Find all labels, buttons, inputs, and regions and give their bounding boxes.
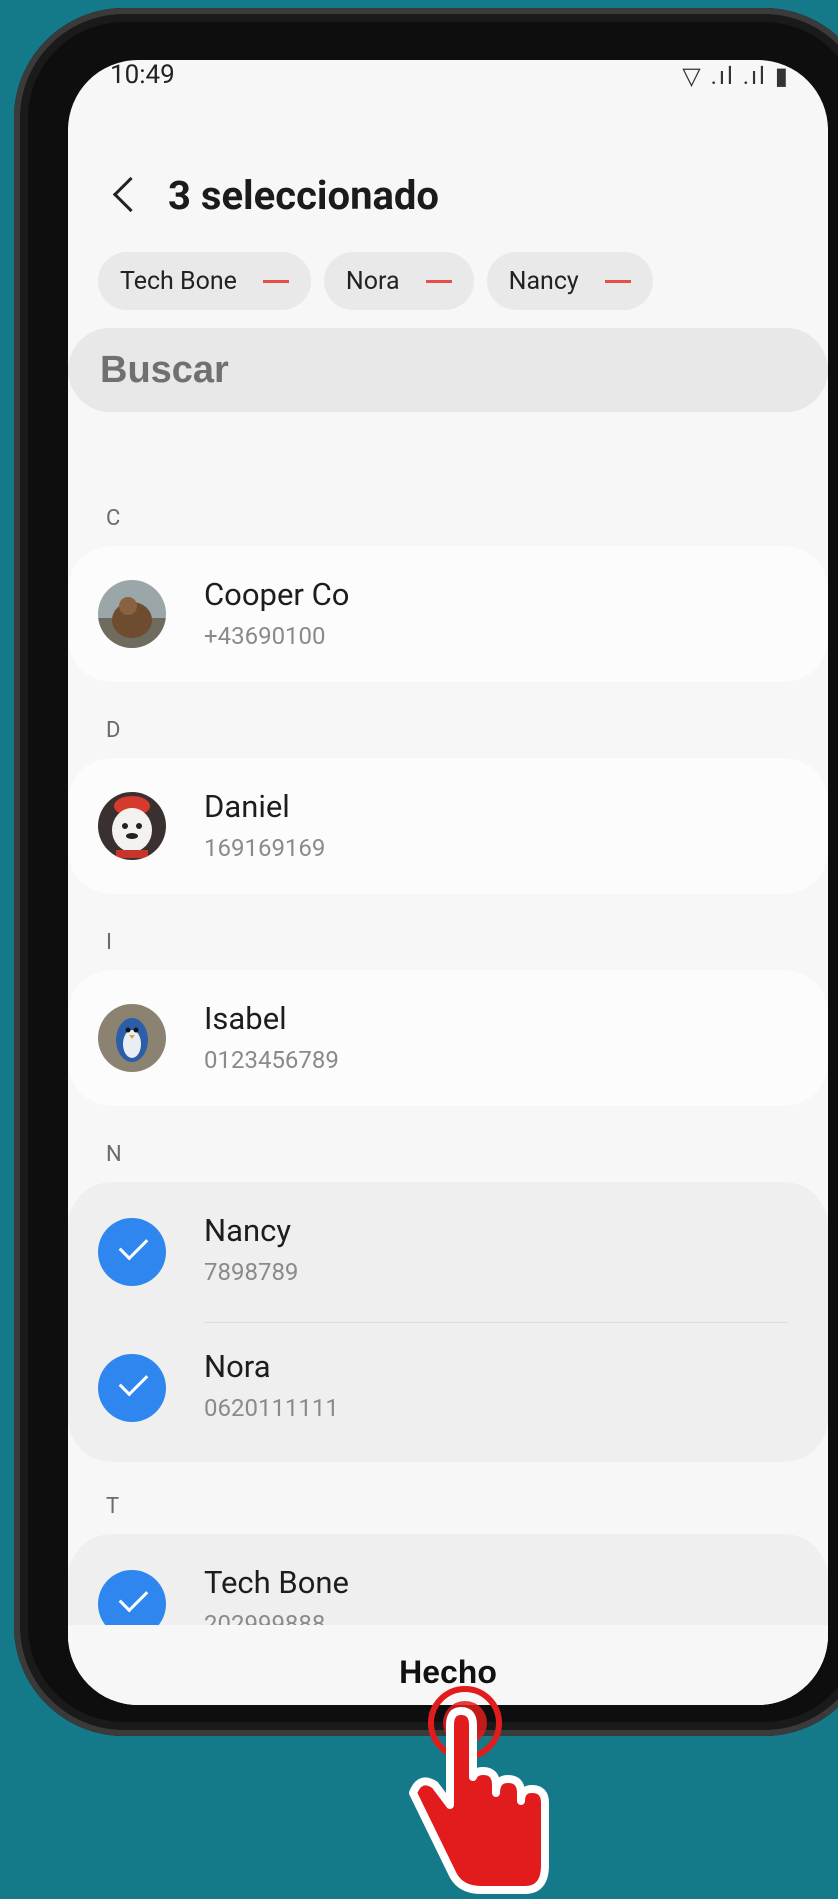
chip-tech-bone[interactable]: Tech Bone	[98, 252, 311, 310]
contact-phone: 0123456789	[204, 1046, 339, 1074]
contact-row-cooper[interactable]: Cooper Co +43690100	[68, 546, 828, 682]
avatar-toy-icon	[98, 792, 166, 860]
contact-name: Daniel	[204, 788, 290, 825]
section-letter-n: N	[106, 1142, 122, 1167]
section-letter-c: C	[106, 506, 121, 531]
remove-icon[interactable]	[262, 279, 289, 283]
phone-frame: 10:49 ▽ .ıl .ıl ▮ 3 seleccionado Tech Bo…	[14, 8, 838, 1736]
contact-phone: 0620111111	[204, 1394, 339, 1422]
page-title: 3 seleccionado	[168, 171, 439, 219]
contact-row-daniel[interactable]: Daniel 169169169	[68, 758, 828, 894]
chip-nora[interactable]: Nora	[323, 252, 474, 310]
contact-row-nancy[interactable]: Nancy 7898789	[68, 1182, 828, 1318]
back-arrow-icon[interactable]	[106, 175, 146, 215]
selected-chips: Tech Bone Nora Nancy	[98, 252, 653, 310]
remove-icon[interactable]	[604, 279, 631, 283]
contact-row-isabel[interactable]: Isabel 0123456789	[68, 970, 828, 1106]
search-bar	[68, 328, 828, 412]
section-letter-t: T	[106, 1494, 120, 1519]
contact-card-cooper: Cooper Co +43690100	[68, 546, 828, 682]
chip-label: Tech Bone	[120, 266, 237, 296]
contact-phone: 169169169	[204, 834, 326, 862]
contact-name: Nora	[204, 1348, 271, 1385]
contact-card-daniel: Daniel 169169169	[68, 758, 828, 894]
search-input[interactable]	[98, 347, 702, 393]
contact-name: Cooper Co	[204, 576, 350, 613]
contact-card-n: Nancy 7898789 Nora 0620111111	[68, 1182, 828, 1462]
avatar-penguin-icon	[98, 1004, 166, 1072]
chip-label: Nancy	[508, 266, 579, 296]
contact-card-isabel: Isabel 0123456789	[68, 970, 828, 1106]
header: 3 seleccionado	[106, 160, 439, 230]
remove-icon[interactable]	[425, 279, 452, 283]
section-letter-d: D	[106, 718, 121, 743]
contact-phone: 7898789	[204, 1258, 299, 1286]
contact-phone: +43690100	[204, 622, 326, 650]
tap-hand-icon	[395, 1685, 575, 1899]
contact-name: Isabel	[204, 1000, 287, 1037]
contact-name: Tech Bone	[204, 1564, 349, 1601]
status-icons: ▽ .ıl .ıl ▮	[682, 62, 790, 90]
section-letter-i: I	[106, 930, 112, 955]
contact-row-nora[interactable]: Nora 0620111111	[68, 1318, 828, 1454]
checkmark-icon[interactable]	[98, 1354, 166, 1422]
contact-name: Nancy	[204, 1212, 291, 1249]
screen: 10:49 ▽ .ıl .ıl ▮ 3 seleccionado Tech Bo…	[68, 60, 828, 1705]
chip-nancy[interactable]: Nancy	[486, 252, 653, 310]
status-time: 10:49	[110, 60, 175, 90]
chip-label: Nora	[345, 266, 400, 296]
status-bar: 10:49 ▽ .ıl .ıl ▮	[110, 60, 790, 100]
checkmark-icon[interactable]	[98, 1218, 166, 1286]
avatar-dog-icon	[98, 580, 166, 648]
